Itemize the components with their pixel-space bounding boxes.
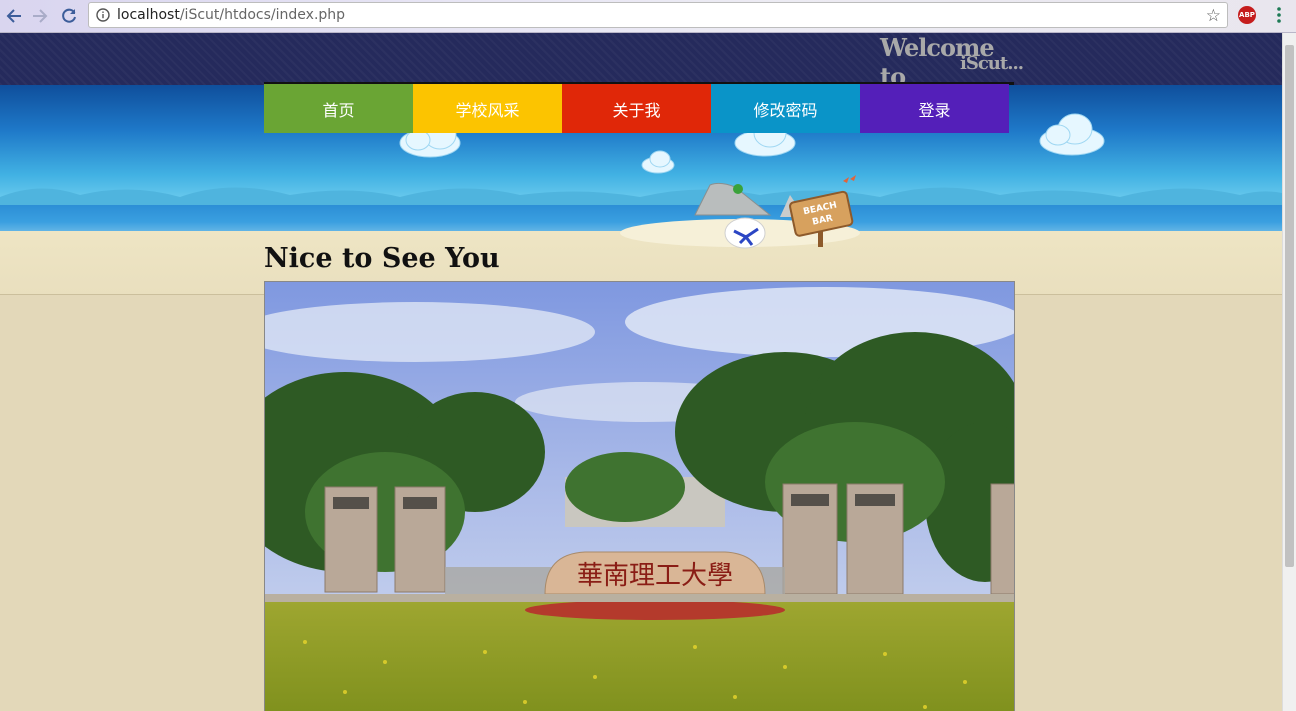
nav-item-change-password[interactable]: 修改密码: [711, 84, 860, 133]
star-icon[interactable]: ☆: [1206, 6, 1221, 26]
info-icon[interactable]: [96, 8, 110, 22]
back-button[interactable]: [2, 4, 26, 28]
menu-icon[interactable]: [1272, 5, 1286, 25]
campus-photo: 華南理工大學: [264, 281, 1015, 711]
welcome-line2: iScut...: [960, 53, 1024, 74]
nav-item-home[interactable]: 首页: [264, 84, 413, 133]
browser-toolbar: localhost/iScut/htdocs/index.php ☆ ABP: [0, 0, 1296, 33]
nav-item-login[interactable]: 登录: [860, 84, 1009, 133]
reload-icon: [62, 8, 76, 23]
nav-item-about[interactable]: 关于我: [562, 84, 711, 133]
page-viewport: Welcome to iScut... BEACH BAR 首页 学校风采 关于…: [0, 33, 1282, 711]
url-path: /iScut/htdocs/index.php: [179, 7, 346, 23]
welcome-logo: Welcome to iScut...: [880, 33, 1024, 91]
scrollbar-thumb[interactable]: [1285, 45, 1294, 567]
address-bar[interactable]: localhost/iScut/htdocs/index.php ☆: [88, 2, 1228, 28]
beach-decoration: BEACH BAR: [620, 175, 860, 249]
main-nav: 首页 学校风采 关于我 修改密码 登录: [264, 84, 1009, 133]
campus-stone-text: 華南理工大學: [577, 561, 733, 591]
back-icon: [6, 9, 21, 23]
vertical-scrollbar[interactable]: [1282, 33, 1296, 711]
forward-button[interactable]: [28, 4, 52, 28]
top-banner: Welcome to iScut...: [0, 33, 1282, 91]
abp-label: ABP: [1239, 11, 1255, 19]
url-host: localhost: [117, 7, 180, 23]
url-text[interactable]: localhost/iScut/htdocs/index.php: [117, 7, 345, 23]
forward-icon: [33, 9, 48, 23]
reload-button[interactable]: [57, 4, 81, 28]
campus-photo-illustration: 華南理工大學: [265, 282, 1014, 711]
abp-icon[interactable]: ABP: [1238, 6, 1256, 24]
nav-item-campus[interactable]: 学校风采: [413, 84, 562, 133]
page-heading: Nice to See You: [264, 243, 500, 274]
